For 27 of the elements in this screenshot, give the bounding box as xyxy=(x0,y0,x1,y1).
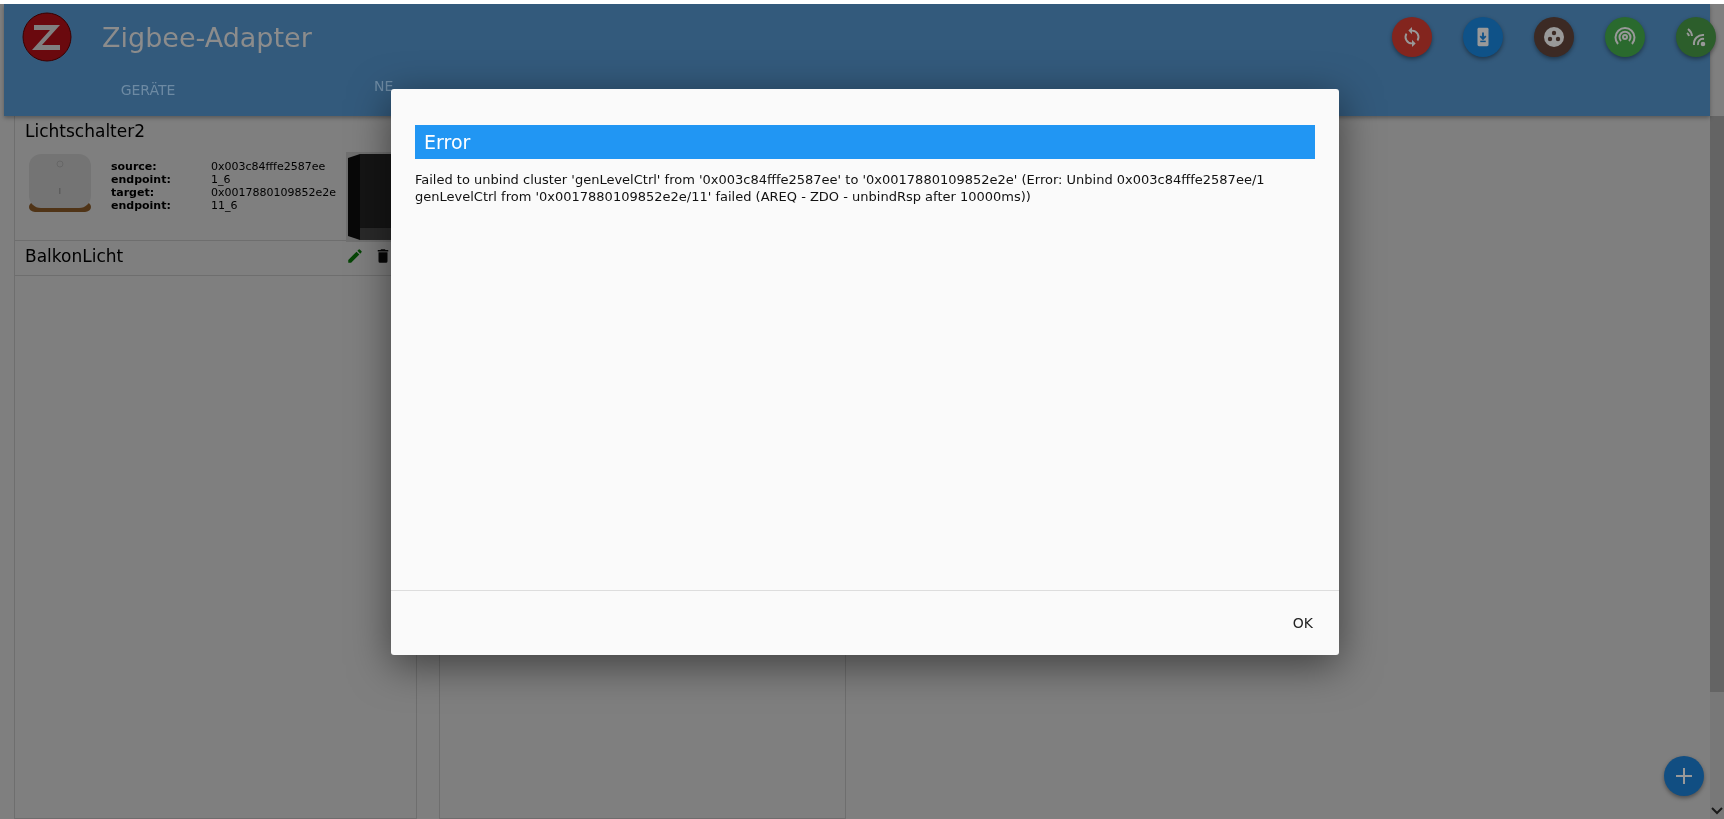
broadcast-button[interactable] xyxy=(1605,17,1645,57)
signal-button[interactable] xyxy=(1676,17,1716,57)
scrollbar[interactable] xyxy=(1710,116,1724,819)
detail-label: endpoint: xyxy=(111,199,172,212)
signal-icon xyxy=(1684,25,1708,49)
app-title: Zigbee-Adapter xyxy=(102,21,312,53)
binding-name: Lichtschalter2 xyxy=(25,121,146,141)
detail-value: 1_6 xyxy=(211,173,232,186)
detail-label: source: xyxy=(111,160,158,173)
tab[interactable]: NE xyxy=(374,56,394,116)
dots-icon xyxy=(1542,25,1566,49)
detail-value: 0x003c84fffe2587ee xyxy=(211,160,327,173)
error-message: Failed to unbind cluster 'genLevelCtrl' from '0x003c84fffe2587ee' to '0x0017880109852e2e' (Error: Unbind 0x003c84fffe2587ee/1 genLevelCtrl from '0x0017880109852e2e/11' failed (AREQ - ZDO - unbindRsp after 10000ms)) xyxy=(415,171,1266,205)
edit-icon[interactable] xyxy=(346,247,364,265)
detail-label: target: xyxy=(111,186,156,199)
phone-download-button[interactable] xyxy=(1463,17,1503,57)
detail-label: endpoint: xyxy=(111,173,172,186)
refresh-button[interactable] xyxy=(1392,17,1432,57)
detail-value: 11_6 xyxy=(211,199,239,212)
logo-icon xyxy=(22,12,72,62)
dialog-title: Error xyxy=(415,125,1315,159)
ok-button[interactable]: OK xyxy=(1284,609,1321,637)
chevron-down-icon[interactable] xyxy=(1711,807,1723,815)
binding-name: BalkonLicht xyxy=(25,246,124,266)
detail-value: 0x0017880109852e2e xyxy=(211,186,336,199)
dots-button[interactable] xyxy=(1534,17,1574,57)
tab[interactable]: GERÄTE xyxy=(4,64,292,116)
